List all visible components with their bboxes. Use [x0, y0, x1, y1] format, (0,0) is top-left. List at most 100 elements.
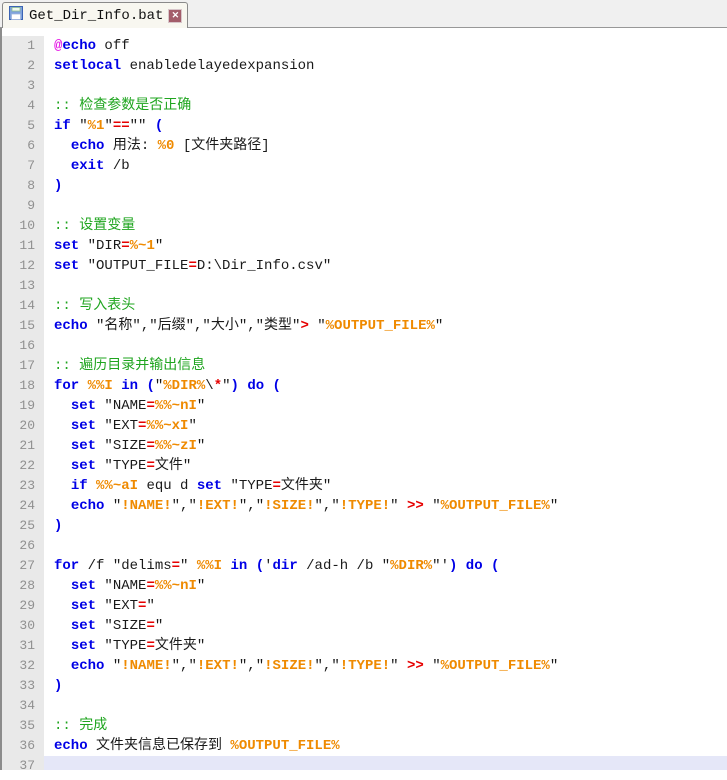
code-line[interactable]: 37	[2, 756, 727, 770]
line-number: 2	[2, 56, 44, 76]
line-number: 6	[2, 136, 44, 156]
code-line-text: set "TYPE=文件"	[70, 458, 192, 474]
code-line[interactable]: 15 echo "名称","后缀","大小","类型"> "%OUTPUT_FIL…	[2, 316, 727, 336]
code-line-text: set "SIZE=%%~zI"	[70, 438, 206, 454]
code-line[interactable]: 1 @echo off	[2, 36, 727, 56]
code-line[interactable]: 12 set "OUTPUT_FILE=D:\Dir_Info.csv"	[2, 256, 727, 276]
code-line[interactable]: 20 set "EXT=%%~xI"	[2, 416, 727, 436]
line-number: 11	[2, 236, 44, 256]
code-line[interactable]: 4:: 检查参数是否正确	[2, 96, 727, 116]
code-line[interactable]: 32 echo "!NAME!","!EXT!","!SIZE!","!TYPE…	[2, 656, 727, 676]
code-line-text: )	[54, 178, 63, 194]
code-line[interactable]: 22 set "TYPE=文件"	[2, 456, 727, 476]
code-line-text: for /f "delims=" %%I in ('dir /ad-h /b "…	[54, 558, 500, 574]
code-line-text: @echo off	[54, 38, 130, 54]
line-number: 32	[2, 656, 44, 676]
code-line-text: exit /b	[70, 158, 130, 174]
code-line-text: :: 检查参数是否正确	[54, 98, 192, 114]
code-line[interactable]: 34	[2, 696, 727, 716]
code-line[interactable]: 28 set "NAME=%%~nI"	[2, 576, 727, 596]
floppy-save-icon	[8, 5, 24, 26]
code-line-text: if %%~aI equ d set "TYPE=文件夹"	[70, 478, 332, 494]
code-line[interactable]: 6 echo 用法: %0 [文件夹路径]	[2, 136, 727, 156]
code-line[interactable]: 26	[2, 536, 727, 556]
line-number: 22	[2, 456, 44, 476]
line-number: 23	[2, 476, 44, 496]
code-line[interactable]: 9	[2, 196, 727, 216]
line-number: 34	[2, 696, 44, 716]
editor-window: Get_Dir_Info.bat ✕ 1 @echo off 2 setlocal e…	[0, 0, 727, 780]
code-line-text: :: 写入表头	[54, 298, 136, 314]
line-number: 26	[2, 536, 44, 556]
code-line[interactable]: 16	[2, 336, 727, 356]
code-line-text: set "NAME=%%~nI"	[70, 578, 206, 594]
code-line[interactable]: 2 setlocal enabledelayedexpansion	[2, 56, 727, 76]
code-line[interactable]: 14:: 写入表头	[2, 296, 727, 316]
code-editor[interactable]: 1 @echo off 2 setlocal enabledelayedexpansi…	[0, 28, 727, 770]
line-number: 10	[2, 216, 44, 236]
line-number: 18	[2, 376, 44, 396]
close-icon[interactable]: ✕	[168, 8, 183, 23]
code-line[interactable]: 25)	[2, 516, 727, 536]
line-number: 13	[2, 276, 44, 296]
line-number: 35	[2, 716, 44, 736]
code-line[interactable]: 3	[2, 76, 727, 96]
code-line-text: :: 设置变量	[54, 218, 136, 234]
code-line-text: set "EXT="	[70, 598, 155, 614]
code-line[interactable]: 11 set "DIR=%~1"	[2, 236, 727, 256]
code-line[interactable]: 13	[2, 276, 727, 296]
code-line[interactable]: 10:: 设置变量	[2, 216, 727, 236]
code-line-text: set "SIZE="	[70, 618, 164, 634]
code-line[interactable]: 31 set "TYPE=文件夹"	[2, 636, 727, 656]
line-number: 16	[2, 336, 44, 356]
line-number: 8	[2, 176, 44, 196]
code-line[interactable]: 7 exit /b	[2, 156, 727, 176]
line-number: 31	[2, 636, 44, 656]
code-line[interactable]: 24 echo "!NAME!","!EXT!","!SIZE!","!TYPE…	[2, 496, 727, 516]
code-line-text: echo "名称","后缀","大小","类型"> "%OUTPUT_FILE%…	[54, 318, 444, 334]
line-number: 30	[2, 616, 44, 636]
tab-title: Get_Dir_Info.bat	[29, 7, 164, 24]
code-line[interactable]: 18 for %%I in ("%DIR%\*") do (	[2, 376, 727, 396]
code-line-text	[44, 756, 727, 770]
code-line[interactable]: 8)	[2, 176, 727, 196]
code-line[interactable]: 35:: 完成	[2, 716, 727, 736]
tab-bar: Get_Dir_Info.bat ✕	[0, 0, 727, 28]
code-line[interactable]: 21 set "SIZE=%%~zI"	[2, 436, 727, 456]
code-line[interactable]: 29 set "EXT="	[2, 596, 727, 616]
line-number: 1	[2, 36, 44, 56]
code-line-text: set "TYPE=文件夹"	[70, 638, 206, 654]
code-line-text: :: 遍历目录并输出信息	[54, 358, 206, 374]
code-line[interactable]: 33)	[2, 676, 727, 696]
code-line[interactable]: 17:: 遍历目录并输出信息	[2, 356, 727, 376]
line-number: 37	[2, 756, 44, 770]
line-number: 17	[2, 356, 44, 376]
line-number: 7	[2, 156, 44, 176]
code-line-text: )	[54, 678, 63, 694]
code-line[interactable]: 30 set "SIZE="	[2, 616, 727, 636]
tab-get-dir-info[interactable]: Get_Dir_Info.bat ✕	[2, 2, 189, 28]
code-line-text: set "DIR=%~1"	[54, 238, 164, 254]
line-number: 3	[2, 76, 44, 96]
code-line[interactable]: 5 if "%1"=="" (	[2, 116, 727, 136]
code-line[interactable]: 27 for /f "delims=" %%I in ('dir /ad-h /b…	[2, 556, 727, 576]
line-number: 33	[2, 676, 44, 696]
code-line[interactable]: 23 if %%~aI equ d set "TYPE=文件夹"	[2, 476, 727, 496]
line-number: 9	[2, 196, 44, 216]
code-line[interactable]: 19 set "NAME=%%~nI"	[2, 396, 727, 416]
line-number: 24	[2, 496, 44, 516]
code-line-text: for %%I in ("%DIR%\*") do (	[54, 378, 281, 394]
code-lines: 1 @echo off 2 setlocal enabledelayedexpansi…	[2, 36, 727, 770]
code-line-text: set "NAME=%%~nI"	[70, 398, 206, 414]
line-number: 12	[2, 256, 44, 276]
code-line-text: )	[54, 518, 63, 534]
code-line-text: setlocal enabledelayedexpansion	[54, 58, 315, 74]
code-line[interactable]: 36 echo 文件夹信息已保存到 %OUTPUT_FILE%	[2, 736, 727, 756]
line-number: 15	[2, 316, 44, 336]
code-line-text: :: 完成	[54, 718, 108, 734]
